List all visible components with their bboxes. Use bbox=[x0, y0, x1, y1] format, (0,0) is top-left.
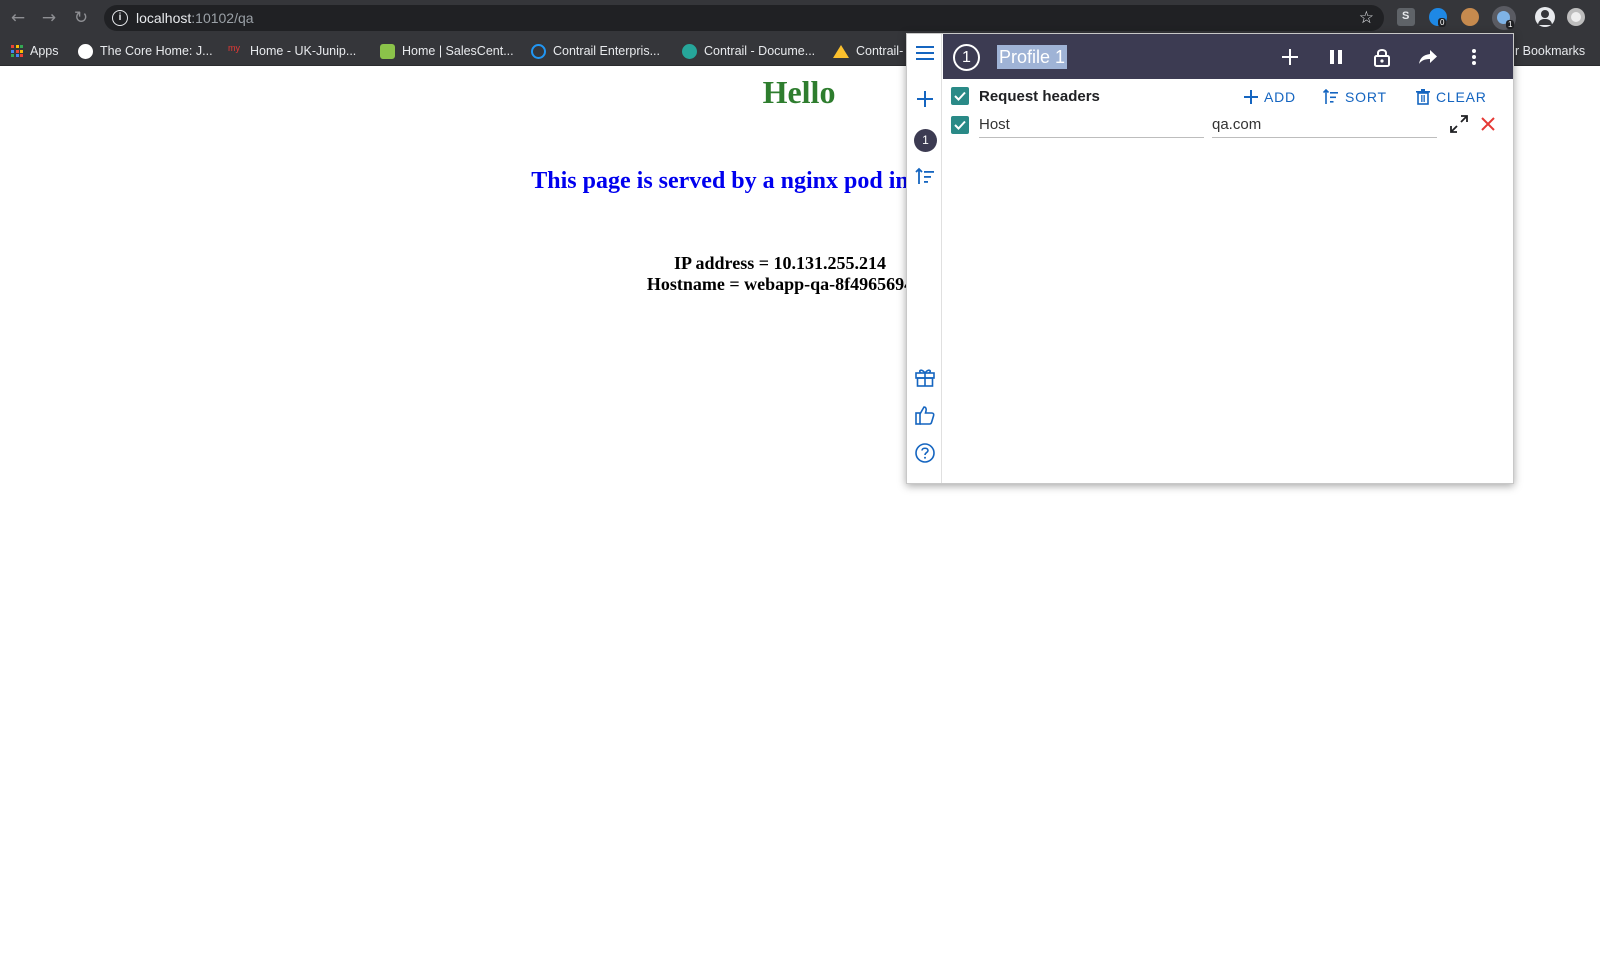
menu-icon[interactable] bbox=[912, 40, 938, 66]
bookmark-salescenter[interactable]: Home | SalesCent... bbox=[380, 42, 514, 60]
browser-toolbar: ← → ↻ i localhost:10102/qa ☆ S 0 1 bbox=[0, 0, 1600, 35]
account-icon[interactable] bbox=[1535, 7, 1555, 27]
add-button[interactable]: ADD bbox=[1244, 86, 1296, 108]
bookmark-apps[interactable]: Apps bbox=[11, 42, 59, 60]
sort-button[interactable]: SORT bbox=[1323, 86, 1387, 108]
plus-icon bbox=[1244, 90, 1258, 104]
site-info-icon[interactable]: i bbox=[112, 10, 128, 26]
profile-avatar[interactable] bbox=[1567, 8, 1585, 26]
profile-name-input[interactable]: Profile 1 bbox=[997, 45, 1068, 69]
bookmark-core-home[interactable]: The Core Home: J... bbox=[78, 42, 213, 60]
sharepoint-icon bbox=[682, 43, 697, 59]
extension-blue-icon[interactable]: 0 bbox=[1429, 8, 1447, 27]
bookmark-star-icon[interactable]: ☆ bbox=[1359, 8, 1374, 28]
modheader-extension-icon[interactable]: 1 bbox=[1492, 6, 1516, 30]
add-header-icon[interactable] bbox=[1278, 45, 1302, 69]
reload-icon[interactable]: ↻ bbox=[71, 8, 91, 28]
bookmark-label: The Core Home: J... bbox=[100, 44, 213, 58]
add-profile-icon[interactable] bbox=[912, 86, 938, 112]
bookmark-label: Home - UK-Junip... bbox=[250, 44, 357, 58]
bookmark-contrail-enterprise[interactable]: Contrail Enterpris... bbox=[531, 42, 660, 60]
clear-label: CLEAR bbox=[1436, 89, 1487, 105]
modheader-popup: 1 1 Profile 1 Request headers ADD SORT C… bbox=[906, 33, 1514, 484]
clear-button[interactable]: CLEAR bbox=[1416, 86, 1487, 108]
gift-icon[interactable] bbox=[912, 364, 938, 390]
contrail-icon bbox=[531, 43, 546, 59]
bookmark-label: Contrail- bbox=[856, 44, 904, 58]
header-value-input[interactable]: qa.com bbox=[1212, 114, 1437, 138]
share-icon[interactable] bbox=[1416, 45, 1440, 69]
section-title: Request headers bbox=[979, 88, 1100, 105]
bookmark-label: Home | SalesCent... bbox=[402, 44, 514, 58]
header-row-checkbox[interactable] bbox=[951, 116, 969, 134]
profile-rail: 1 bbox=[907, 34, 942, 483]
help-icon[interactable] bbox=[912, 440, 938, 466]
bookmark-label: Contrail Enterpris... bbox=[553, 44, 660, 58]
profile-1-badge[interactable]: 1 bbox=[914, 129, 937, 152]
pause-icon[interactable] bbox=[1324, 45, 1348, 69]
my-logo-icon: my bbox=[228, 42, 240, 53]
trash-icon bbox=[1416, 89, 1430, 105]
google-drive-icon bbox=[833, 44, 849, 58]
apps-grid-icon bbox=[11, 45, 23, 57]
address-url[interactable]: localhost:10102/qa bbox=[136, 10, 254, 26]
sort-profiles-icon[interactable] bbox=[912, 164, 938, 190]
other-bookmarks[interactable]: r Bookmarks bbox=[1515, 42, 1585, 60]
profile-number-badge[interactable]: 1 bbox=[953, 44, 980, 71]
more-options-icon[interactable] bbox=[1462, 45, 1486, 69]
back-arrow-icon[interactable]: ← bbox=[8, 8, 28, 28]
bookmark-contrail-drive[interactable]: Contrail- bbox=[833, 42, 903, 60]
salescenter-icon bbox=[380, 43, 395, 59]
lock-icon[interactable] bbox=[1370, 45, 1394, 69]
cookie-extension-icon[interactable] bbox=[1461, 8, 1479, 26]
extension-badge: 1 bbox=[1506, 20, 1515, 29]
delete-header-icon[interactable] bbox=[1476, 112, 1500, 136]
globe-icon bbox=[78, 43, 93, 59]
request-headers-checkbox[interactable] bbox=[951, 87, 969, 105]
profile-header: 1 Profile 1 bbox=[943, 34, 1513, 79]
add-label: ADD bbox=[1264, 89, 1296, 105]
address-bar[interactable]: i localhost:10102/qa ☆ bbox=[104, 5, 1384, 31]
expand-icon[interactable] bbox=[1447, 112, 1471, 136]
forward-arrow-icon[interactable]: → bbox=[39, 8, 59, 28]
header-name-input[interactable]: Host bbox=[979, 114, 1204, 138]
sort-label: SORT bbox=[1345, 89, 1387, 105]
bookmark-contrail-docs[interactable]: Contrail - Docume... bbox=[682, 42, 815, 60]
bookmark-label: Contrail - Docume... bbox=[704, 44, 816, 58]
bookmark-label: r Bookmarks bbox=[1515, 44, 1586, 58]
bookmark-uk-juniper[interactable]: my Home - UK-Junip... bbox=[228, 42, 356, 60]
extension-badge: 0 bbox=[1438, 18, 1447, 27]
sort-icon bbox=[1323, 89, 1338, 104]
extension-s-icon[interactable]: S bbox=[1397, 8, 1415, 26]
thumbs-up-icon[interactable] bbox=[912, 402, 938, 428]
bookmark-label: Apps bbox=[30, 44, 59, 58]
